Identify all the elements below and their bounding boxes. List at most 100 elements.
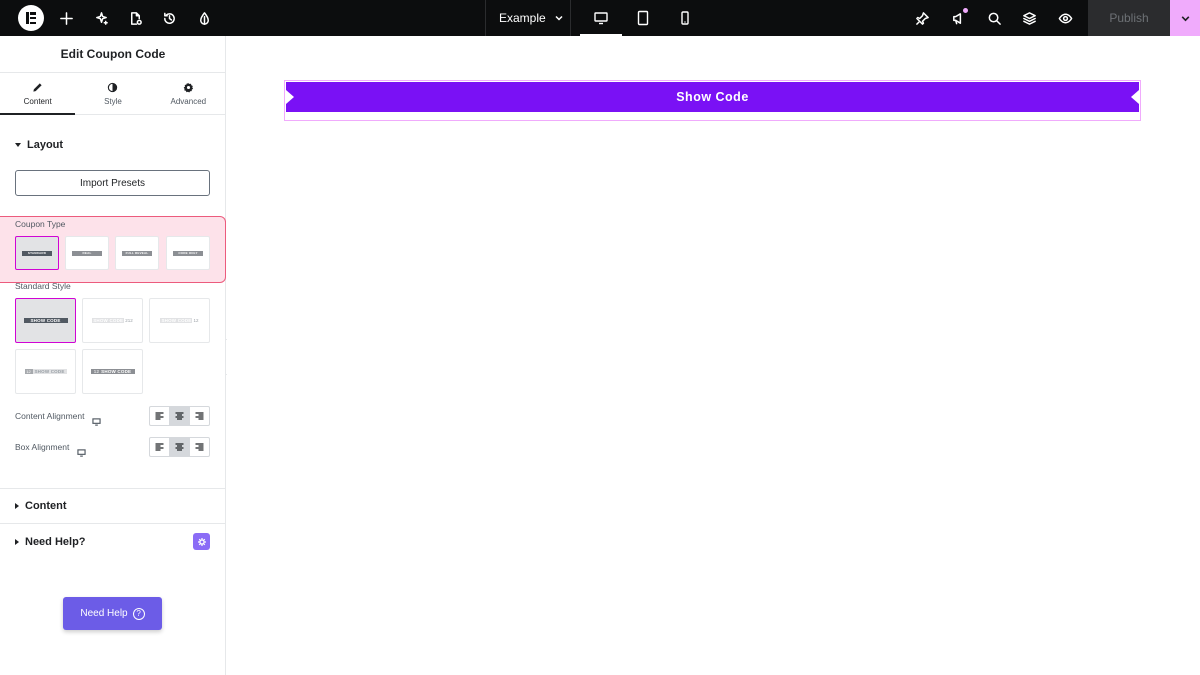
coupon-show-code-button[interactable]: Show Code [286,82,1139,112]
chevron-down-icon [1181,15,1189,21]
chevron-down-icon [555,15,563,21]
contrast-icon [108,82,118,92]
standard-style-preview: 12 SHOW CODE [90,369,135,374]
tab-content-label: Content [23,96,52,106]
standard-style-text: SHOW CODE [93,318,124,323]
preview-eye-icon[interactable] [1051,0,1079,36]
standard-style-preview: SHOW CODE [32,369,67,374]
standard-style-text: SHOW CODE [34,369,65,374]
standard-style-preview: SHOW CODE [92,318,125,323]
desktop-icon[interactable] [580,0,622,36]
ribbon-notch-right [1131,90,1139,104]
layout-section-label: Layout [27,139,64,151]
need-help-section-toggle[interactable]: Need Help? [15,536,86,548]
search-icon[interactable] [980,0,1008,36]
question-icon: ? [132,607,145,620]
standard-style-code: 12 [193,318,199,323]
responsive-desktop-icon[interactable] [92,413,102,426]
sparkle-ai-icon[interactable] [87,0,115,36]
need-help-button-label: Need Help [80,608,128,619]
box-alignment-label: Box Alignment [15,442,70,452]
coupon-type-deal[interactable]: DEAL [65,236,109,270]
align-left-icon[interactable] [150,438,170,456]
coupon-type-text: FULL REVEAL [125,251,149,255]
box-alignment-buttons [149,437,210,457]
caret-down-icon [15,143,21,147]
need-help-button[interactable]: Need Help ? [63,597,162,630]
align-center-icon[interactable] [170,407,190,425]
page-settings-icon[interactable] [121,0,149,36]
standard-style-preview: SHOW CODE [160,318,193,323]
preview-canvas: Show Code [227,36,1200,675]
panel-title: Edit Coupon Code [60,47,166,61]
tab-content[interactable]: Content [0,73,76,115]
announcements-icon[interactable] [944,0,972,36]
coupon-type-code-only[interactable]: CODE ONLY [166,236,210,270]
notification-dot [963,8,968,13]
pin-icon[interactable] [908,0,936,36]
standard-style-option-1[interactable]: SHOW CODE [15,298,76,343]
standard-style-code: 12 [24,369,33,374]
section-divider [0,523,225,524]
standard-style-option-3[interactable]: SHOW CODE 12 [149,298,210,343]
tab-style[interactable]: Style [75,73,150,114]
gear-icon [183,82,193,93]
coupon-type-standard[interactable]: STANDARD [15,236,59,270]
publish-options-button[interactable] [1170,0,1200,36]
page-name: Example [499,11,546,25]
align-right-icon[interactable] [190,438,209,456]
coupon-type-preview: DEAL [72,250,102,256]
standard-style-option-5[interactable]: 12 SHOW CODE [82,349,143,394]
standard-style-code: 12 [93,369,100,374]
tab-advanced-label: Advanced [170,96,207,106]
caret-right-icon [15,503,19,509]
publish-button[interactable]: Publish [1088,0,1170,36]
content-alignment-label: Content Alignment [15,411,85,421]
standard-style-code: 212 [125,318,133,323]
add-icon[interactable] [52,0,80,36]
content-alignment-control: Content Alignment [15,406,210,426]
standard-style-option-2[interactable]: SHOW CODE 212 [82,298,143,343]
content-section-label: Content [25,500,67,512]
responsive-desktop-icon[interactable] [77,444,86,457]
mobile-icon[interactable] [664,0,706,36]
coupon-type-text: CODE ONLY [178,251,198,255]
need-help-section-label: Need Help? [25,536,86,548]
coupon-type-text: DEAL [82,251,92,255]
standard-style-text: SHOW CODE [101,369,132,374]
site-settings-icon[interactable] [190,0,218,36]
layout-section-toggle[interactable]: Layout [15,139,63,151]
align-left-icon[interactable] [150,407,170,425]
top-bar: Example Publish [0,0,1200,36]
coupon-type-preview: FULL REVEAL [122,250,152,256]
content-section-toggle[interactable]: Content [15,500,67,512]
coupon-type-full-reveal[interactable]: FULL REVEAL [115,236,159,270]
section-divider [0,488,225,489]
align-right-icon[interactable] [190,407,209,425]
caret-right-icon [15,539,19,545]
standard-style-preview: SHOW CODE [23,318,68,323]
import-presets-button[interactable]: Import Presets [15,170,210,196]
help-brain-icon[interactable] [193,533,210,550]
elementor-logo-icon[interactable] [18,5,44,31]
tab-style-label: Style [104,96,122,106]
align-center-icon[interactable] [170,438,190,456]
standard-style-option-4[interactable]: 12 SHOW CODE [15,349,76,394]
coupon-button-label: Show Code [676,90,749,104]
box-alignment-control: Box Alignment [15,437,210,457]
structure-layers-icon[interactable] [1015,0,1043,36]
standard-style-text: SHOW CODE [161,318,192,323]
tab-advanced[interactable]: Advanced [151,73,226,114]
standard-style-text: SHOW CODE [30,318,61,323]
content-alignment-buttons [149,406,210,426]
ribbon-notch-left [286,90,294,104]
coupon-type-preview: CODE ONLY [173,250,203,256]
panel-tabs: Content Style Advanced [0,72,226,115]
coupon-type-label: Coupon Type [15,219,66,229]
tablet-icon[interactable] [622,0,664,36]
standard-style-label: Standard Style [15,281,71,291]
history-icon[interactable] [155,0,183,36]
pencil-icon [33,82,42,92]
page-selector[interactable]: Example [485,0,571,36]
coupon-type-text: STANDARD [27,251,47,255]
